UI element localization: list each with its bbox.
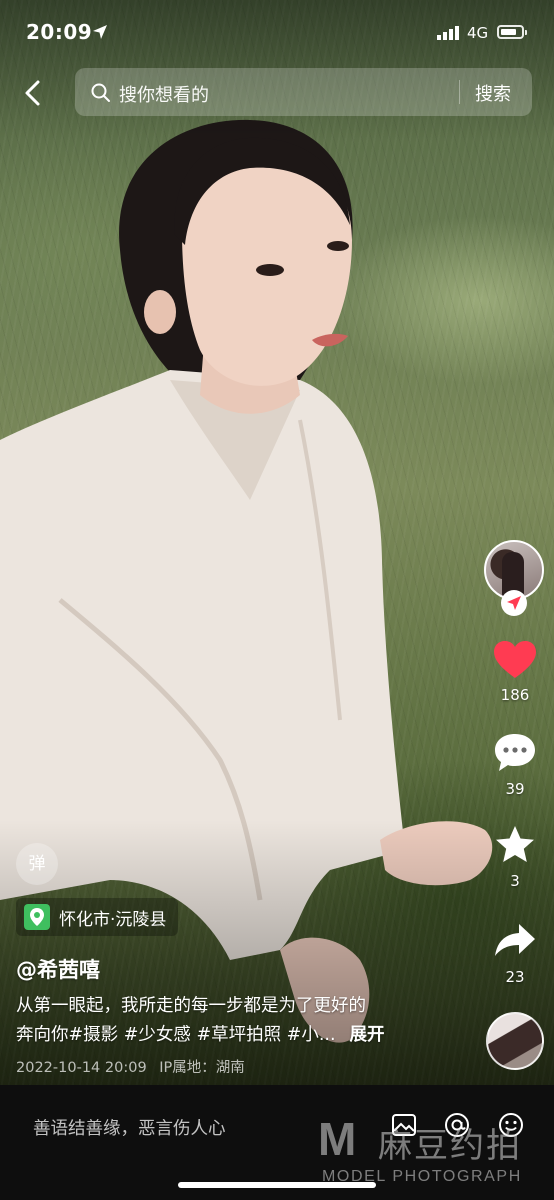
comment-count: 39 bbox=[505, 780, 525, 798]
video-screen: 20:09 4G 搜你想看的 搜索 186 39 3 23 弹 怀化市·沅陵县 … bbox=[0, 0, 554, 1200]
search-input[interactable]: 搜你想看的 bbox=[119, 81, 209, 107]
battery-level bbox=[501, 29, 516, 35]
post-caption: 从第一眼起，我所走的每一步都是为了更好的 奔向你#摄影 #少女感 #草坪拍照 #… bbox=[16, 992, 466, 1050]
send-icon bbox=[507, 596, 521, 610]
search-icon bbox=[91, 83, 110, 102]
comment-input[interactable]: 善语结善缘，恶言伤人心 bbox=[33, 1115, 226, 1140]
heart-icon bbox=[494, 641, 536, 678]
home-indicator[interactable] bbox=[178, 1182, 376, 1188]
map-pin-icon bbox=[24, 904, 50, 930]
ip-location: IP属地：湖南 bbox=[159, 1060, 245, 1076]
status-time: 20:09 bbox=[26, 20, 93, 44]
watermark-text-cn: 麻豆约拍 bbox=[378, 1126, 522, 1166]
caption-line-2: 奔向你#摄影 #少女感 #草坪拍照 #小... 展开 bbox=[16, 1021, 466, 1050]
caption-hashtags[interactable]: 奔向你#摄影 #少女感 #草坪拍照 #小... bbox=[16, 1025, 336, 1045]
location-label: 怀化市·沅陵县 bbox=[59, 909, 167, 930]
watermark-mark: M bbox=[318, 1113, 357, 1165]
music-disc[interactable] bbox=[486, 1012, 544, 1070]
caption-line-1: 从第一眼起，我所走的每一步都是为了更好的 bbox=[16, 996, 366, 1016]
comment-icon bbox=[495, 734, 535, 771]
star-icon bbox=[496, 826, 534, 862]
location-tag[interactable]: 怀化市·沅陵县 bbox=[16, 898, 179, 936]
search-bar[interactable]: 搜你想看的 搜索 bbox=[75, 68, 532, 116]
danmaku-toggle[interactable]: 弹 bbox=[16, 843, 58, 885]
follow-button[interactable] bbox=[501, 590, 527, 616]
battery-icon bbox=[497, 25, 524, 39]
location-arrow-icon bbox=[93, 25, 107, 39]
post-datetime: 2022-10-14 20:09 bbox=[16, 1060, 147, 1076]
like-count: 186 bbox=[500, 686, 530, 704]
search-divider bbox=[459, 80, 460, 104]
chevron-left-icon bbox=[25, 80, 40, 106]
share-count: 23 bbox=[505, 968, 525, 986]
back-button[interactable] bbox=[18, 76, 48, 110]
favorite-button[interactable]: 3 bbox=[480, 824, 550, 890]
like-button[interactable]: 186 bbox=[480, 640, 550, 704]
expand-caption-button[interactable]: 展开 bbox=[350, 1025, 385, 1045]
brand-watermark: M 麻豆约拍 MODEL PHOTOGRAPH bbox=[318, 1112, 554, 1192]
comment-button[interactable]: 39 bbox=[480, 732, 550, 798]
signal-icon bbox=[437, 26, 459, 40]
status-bar: 20:09 4G bbox=[0, 14, 554, 54]
favorite-count: 3 bbox=[510, 872, 520, 890]
author-username[interactable]: @希茜嘻 bbox=[16, 954, 100, 984]
search-button[interactable]: 搜索 bbox=[475, 80, 511, 106]
battery-tip bbox=[525, 30, 527, 35]
share-button[interactable]: 23 bbox=[480, 920, 550, 986]
post-meta: 2022-10-14 20:09 IP属地：湖南 bbox=[16, 1056, 253, 1077]
network-type: 4G bbox=[467, 24, 489, 42]
share-arrow-icon bbox=[495, 924, 535, 956]
